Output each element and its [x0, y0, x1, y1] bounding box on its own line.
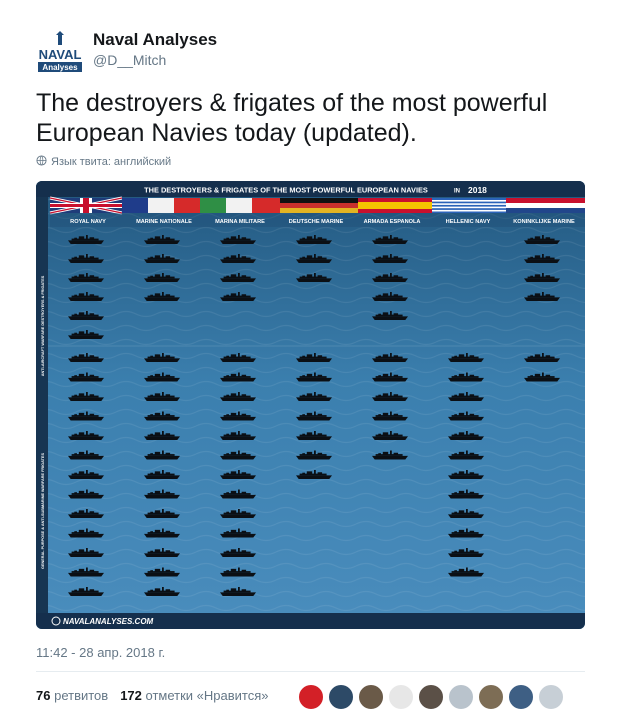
poster-title: THE DESTROYERS & FRIGATES OF THE MOST PO…	[144, 186, 428, 195]
likes-label: отметки «Нравится»	[145, 688, 269, 703]
poster-in: IN	[454, 189, 460, 195]
avatar-text-bottom: Analyses	[42, 63, 78, 72]
navy-name: MARINA MILITARE	[215, 219, 265, 225]
avatar[interactable]: NAVAL Analyses	[36, 27, 84, 75]
liker-avatar[interactable]	[418, 684, 444, 710]
side-label-gp: GENERAL PURPOSE & ANTI-SUBMARINE WARFARE…	[41, 453, 45, 569]
navy-name: ARMADA ESPANOLA	[364, 219, 421, 225]
france-flag	[122, 198, 200, 213]
greece-flag	[432, 198, 506, 213]
netherlands-flag	[506, 198, 585, 213]
navy-name: DEUTSCHE MARINE	[289, 219, 344, 225]
liker-avatar[interactable]	[388, 684, 414, 710]
tweet-stats: 76 ретвитов 172 отметки «Нравится»	[36, 688, 281, 703]
poster-year: 2018	[468, 185, 487, 195]
globe-icon	[36, 155, 47, 169]
uk-flag	[49, 196, 123, 215]
italy-flag	[200, 198, 280, 213]
liker-avatar[interactable]	[328, 684, 354, 710]
liker-avatar[interactable]	[358, 684, 384, 710]
display-name[interactable]: Naval Analyses	[93, 30, 217, 50]
flags-strip	[49, 196, 585, 215]
liker-avatar[interactable]	[478, 684, 504, 710]
retweets-stat[interactable]: 76 ретвитов	[36, 688, 108, 703]
tweet-text: The destroyers & frigates of the most po…	[36, 89, 548, 147]
germany-flag	[280, 198, 358, 213]
divider-top	[36, 671, 585, 672]
poster-footer-site: NAVALANALYSES.COM	[63, 617, 154, 626]
side-label-aaw: ANTI-AIRCRAFT WARFARE DESTROYERS & FRIGA…	[41, 275, 45, 376]
liker-avatar[interactable]	[298, 684, 324, 710]
liker-avatars	[298, 684, 564, 710]
retweets-count: 76	[36, 688, 51, 703]
navy-name: KONINKLIJKE MARINE	[513, 219, 575, 225]
likes-stat[interactable]: 172 отметки «Нравится»	[120, 688, 268, 703]
navy-name: MARINE NATIONALE	[136, 219, 192, 225]
retweets-label: ретвитов	[54, 688, 109, 703]
language-note-text: Язык твита: английский	[51, 156, 172, 168]
liker-avatar[interactable]	[538, 684, 564, 710]
avatar-text-top: NAVAL	[39, 47, 82, 62]
navy-name: HELLENIC NAVY	[446, 219, 491, 225]
likes-count: 172	[120, 688, 142, 703]
liker-avatar[interactable]	[448, 684, 474, 710]
spain-flag	[358, 198, 432, 213]
tweet-media-image[interactable]: THE DESTROYERS & FRIGATES OF THE MOST PO…	[36, 181, 585, 629]
liker-avatar[interactable]	[508, 684, 534, 710]
tweet-timestamp[interactable]: 11:42 - 28 апр. 2018 г.	[36, 645, 165, 660]
navy-name: ROYAL NAVY	[70, 219, 106, 225]
user-handle[interactable]: @D__Mitch	[93, 52, 166, 68]
language-note: Язык твита: английский	[36, 155, 171, 169]
